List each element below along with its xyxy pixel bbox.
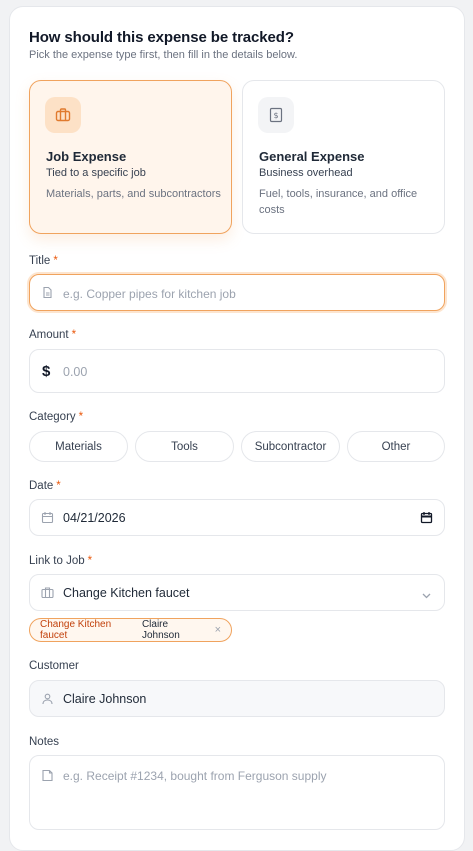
job-expense-title: Job Expense bbox=[46, 149, 127, 164]
briefcase-icon bbox=[41, 586, 54, 599]
job-expense-subtitle: Tied to a specific job bbox=[46, 167, 146, 179]
calendar-icon bbox=[41, 511, 54, 524]
document-icon bbox=[41, 286, 54, 299]
job-label-text: Link to Job bbox=[29, 555, 85, 567]
customer-label: Customer bbox=[29, 660, 79, 672]
pill-customer-name: Claire Johnson bbox=[141, 619, 180, 641]
note-icon bbox=[41, 769, 54, 787]
form-subheading: Pick the expense type first, then fill i… bbox=[29, 49, 298, 61]
amount-label-text: Amount bbox=[29, 329, 69, 341]
job-expense-description: Materials, parts, and subcontractors bbox=[46, 188, 221, 200]
job-select-value: Change Kitchen faucet bbox=[63, 586, 190, 600]
chevron-down-icon bbox=[421, 588, 432, 606]
amount-label: Amount * bbox=[29, 329, 76, 341]
job-expense-option[interactable]: Job Expense Tied to a specific job Mater… bbox=[29, 80, 232, 234]
category-chip-subcontractor[interactable]: Subcontractor bbox=[241, 431, 340, 462]
notes-placeholder: e.g. Receipt #1234, bought from Ferguson… bbox=[63, 769, 327, 783]
category-chip-other[interactable]: Other bbox=[347, 431, 445, 462]
general-expense-subtitle: Business overhead bbox=[259, 167, 353, 179]
receipt-icon: $ bbox=[258, 97, 294, 133]
date-label: Date * bbox=[29, 480, 61, 492]
job-label: Link to Job * bbox=[29, 555, 92, 567]
amount-placeholder: 0.00 bbox=[63, 365, 88, 379]
user-icon bbox=[41, 692, 54, 705]
title-placeholder: e.g. Copper pipes for kitchen job bbox=[63, 287, 236, 301]
customer-value: Claire Johnson bbox=[63, 692, 147, 706]
required-mark: * bbox=[87, 555, 93, 567]
title-label: Title * bbox=[29, 255, 58, 267]
briefcase-icon bbox=[45, 97, 81, 133]
required-mark: * bbox=[53, 255, 58, 267]
remove-job-icon[interactable]: × bbox=[215, 624, 221, 636]
title-input[interactable]: e.g. Copper pipes for kitchen job bbox=[29, 274, 445, 311]
general-expense-description: Fuel, tools, insurance, and office costs bbox=[259, 188, 418, 216]
form-heading: How should this expense be tracked? bbox=[29, 29, 294, 46]
selected-job-pill: Change Kitchen faucet Claire Johnson × bbox=[29, 618, 232, 642]
category-label-text: Category bbox=[29, 411, 76, 423]
category-chip-tools[interactable]: Tools bbox=[135, 431, 234, 462]
pill-job-name: Change Kitchen faucet bbox=[40, 619, 112, 641]
expense-form-card: How should this expense be tracked? Pick… bbox=[9, 6, 465, 851]
job-select[interactable]: Change Kitchen faucet bbox=[29, 574, 445, 611]
customer-field: Claire Johnson bbox=[29, 680, 445, 717]
required-mark: * bbox=[78, 411, 84, 423]
date-input[interactable]: 04/21/2026 bbox=[29, 499, 445, 536]
required-mark: * bbox=[56, 480, 61, 492]
category-label: Category * bbox=[29, 411, 83, 423]
required-mark: * bbox=[71, 329, 77, 341]
general-expense-title: General Expense bbox=[259, 149, 365, 164]
notes-label: Notes bbox=[29, 736, 60, 748]
amount-input[interactable]: $ 0.00 bbox=[29, 349, 445, 393]
date-label-text: Date bbox=[29, 480, 54, 492]
category-chip-materials[interactable]: Materials bbox=[29, 431, 128, 462]
svg-text:$: $ bbox=[273, 111, 278, 120]
notes-textarea[interactable]: e.g. Receipt #1234, bought from Ferguson… bbox=[29, 755, 445, 830]
currency-symbol: $ bbox=[42, 363, 51, 380]
calendar-picker-icon[interactable] bbox=[420, 511, 433, 529]
date-value: 04/21/2026 bbox=[63, 511, 126, 525]
general-expense-option[interactable]: $ General Expense Business overhead Fuel… bbox=[242, 80, 445, 234]
title-label-text: Title bbox=[29, 255, 51, 267]
